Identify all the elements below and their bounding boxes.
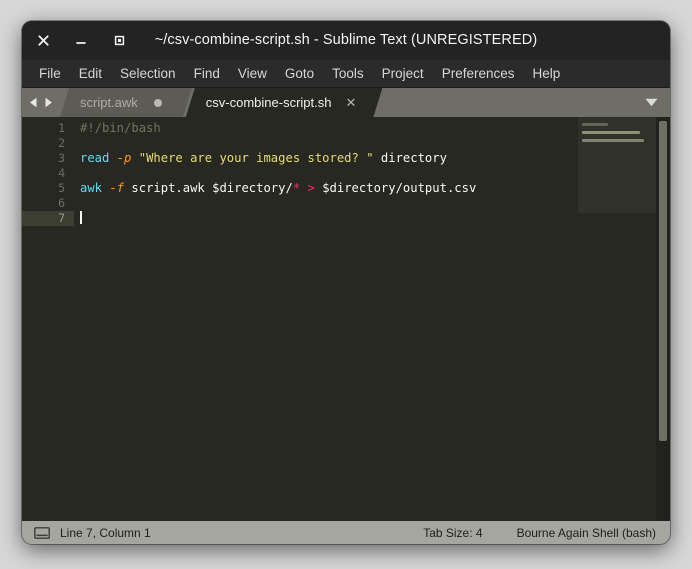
line-number: 6 — [58, 196, 65, 210]
code-token-variable: directory — [380, 151, 447, 165]
window-panel-icon[interactable] — [34, 526, 50, 539]
menu-item-selection[interactable]: Selection — [111, 63, 185, 84]
menu-item-file[interactable]: File — [30, 63, 70, 84]
window-title: ~/csv-combine-script.sh - Sublime Text (… — [154, 32, 538, 48]
code-line-7 — [74, 211, 670, 226]
close-tab-icon[interactable]: ✕ — [346, 96, 357, 109]
code-token-flag: -f — [109, 181, 125, 195]
menu-bar: File Edit Selection Find View Goto Tools… — [22, 60, 670, 88]
tab-size-status[interactable]: Tab Size: 4 — [423, 526, 482, 540]
code-token-command: read — [80, 151, 110, 165]
code-line-1: #!/bin/bash — [74, 121, 670, 136]
menu-item-find[interactable]: Find — [185, 63, 229, 84]
menu-item-help[interactable]: Help — [524, 63, 570, 84]
menu-item-goto[interactable]: Goto — [276, 63, 323, 84]
cursor-position-status[interactable]: Line 7, Column 1 — [60, 526, 151, 540]
line-number: 3 — [58, 151, 65, 165]
tab-label: csv-combine-script.sh — [205, 95, 332, 110]
vertical-scrollbar-thumb[interactable] — [659, 121, 667, 441]
editor-area[interactable]: 1 2 3 4 5 6 7 #!/bin/bash read -p "Where… — [22, 117, 670, 521]
tab-script-awk[interactable]: script.awk — [60, 88, 192, 117]
tab-navigation-arrows — [22, 88, 60, 117]
menu-item-edit[interactable]: Edit — [70, 63, 111, 84]
tab-overflow-menu-icon[interactable] — [638, 88, 664, 117]
code-line-3: read -p "Where are your images stored? "… — [74, 151, 670, 166]
code-content[interactable]: #!/bin/bash read -p "Where are your imag… — [74, 117, 670, 521]
line-number-current: 7 — [22, 211, 74, 226]
tab-prev-icon[interactable] — [28, 96, 39, 109]
tab-label: script.awk — [80, 95, 138, 110]
unsaved-changes-icon — [154, 99, 162, 107]
line-number: 2 — [58, 136, 65, 150]
sublime-text-window: ~/csv-combine-script.sh - Sublime Text (… — [22, 21, 670, 544]
tab-next-icon[interactable] — [43, 96, 54, 109]
code-token-redirect: > — [307, 181, 315, 195]
menu-item-project[interactable]: Project — [373, 63, 433, 84]
line-number: 4 — [58, 166, 65, 180]
tab-bar: script.awk csv-combine-script.sh ✕ — [22, 88, 670, 117]
vertical-scrollbar-track[interactable] — [656, 117, 670, 521]
code-token-comment: #!/bin/bash — [80, 121, 161, 135]
status-bar: Line 7, Column 1 Tab Size: 4 Bourne Agai… — [22, 521, 670, 544]
code-line-5: awk -f script.awk $directory/* > $direct… — [74, 181, 670, 196]
code-token-string: "Where are your images stored? " — [138, 151, 374, 165]
code-token-command: awk — [80, 181, 103, 195]
title-bar: ~/csv-combine-script.sh - Sublime Text (… — [22, 21, 670, 60]
menu-item-tools[interactable]: Tools — [323, 63, 373, 84]
code-token-flag: -p — [116, 151, 132, 165]
code-token-path: script.awk $directory/ — [131, 181, 293, 195]
code-token-output-path: $directory/output.csv — [322, 181, 477, 195]
tab-csv-combine-script-sh[interactable]: csv-combine-script.sh ✕ — [186, 88, 383, 117]
line-number: 5 — [58, 181, 65, 195]
line-number: 1 — [58, 121, 65, 135]
menu-item-view[interactable]: View — [229, 63, 276, 84]
line-number-gutter: 1 2 3 4 5 6 7 — [22, 117, 74, 521]
text-cursor — [80, 211, 82, 224]
menu-item-preferences[interactable]: Preferences — [433, 63, 524, 84]
syntax-status[interactable]: Bourne Again Shell (bash) — [517, 526, 656, 540]
